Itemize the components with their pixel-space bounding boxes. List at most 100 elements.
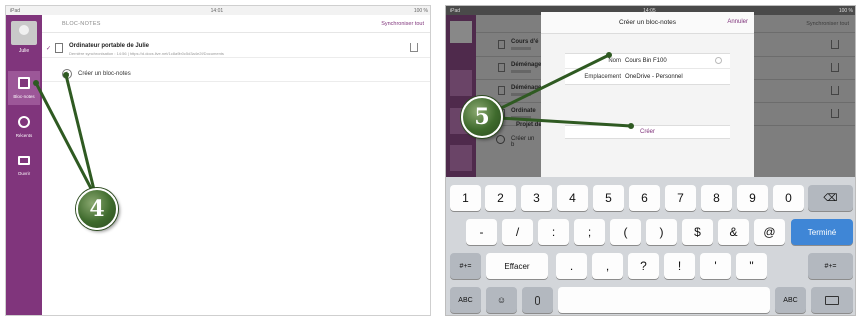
notebook-details (511, 70, 531, 73)
status-bar: iPad 14:01 100 % (6, 6, 430, 15)
backspace-icon: ⌫ (823, 192, 838, 204)
avatar[interactable] (11, 21, 37, 45)
key-semicolon[interactable]: ; (574, 219, 605, 245)
symbols-key-right[interactable]: #+= (808, 253, 853, 279)
key-question[interactable]: ? (628, 253, 659, 279)
key-2[interactable]: 2 (485, 185, 516, 211)
dialog-header: Créer un bloc-notes Annuler (541, 12, 754, 34)
device-label: iPad (450, 7, 461, 14)
symbols-key[interactable]: #+= (450, 253, 481, 279)
notebook-list-pane: BLOC-NOTES Synchroniser tout ✓ Ordinateu… (42, 15, 430, 315)
plus-icon (496, 135, 505, 144)
sidebar-item-notebooks[interactable] (450, 70, 472, 96)
clock: 14:01 (210, 7, 224, 14)
step-callout-5: 5 (461, 96, 503, 138)
key-dollar[interactable]: $ (682, 219, 713, 245)
keyboard-icon (825, 295, 839, 305)
key-4[interactable]: 4 (557, 185, 588, 211)
name-label: Nom (608, 58, 621, 64)
key-at[interactable]: @ (754, 219, 785, 245)
abc-key-right[interactable]: ABC (775, 287, 806, 313)
check-icon: ✓ (46, 46, 52, 52)
backspace-key[interactable]: ⌫ (808, 185, 853, 211)
emoji-icon: ☺ (496, 295, 507, 305)
key-0[interactable]: 0 (773, 185, 804, 211)
create-notebook-label: Créer un b (511, 136, 535, 148)
key-apostrophe[interactable]: ' (700, 253, 731, 279)
key-5[interactable]: 5 (593, 185, 624, 211)
notebook-details (511, 93, 531, 96)
notebook-name: Ordinateur portable de Julie (69, 43, 150, 49)
key-hyphen[interactable]: - (466, 219, 497, 245)
key-exclamation[interactable]: ! (664, 253, 695, 279)
notebook-name: Projet de (516, 122, 542, 128)
notebook-name: Déménage (511, 85, 542, 91)
key-8[interactable]: 8 (701, 185, 732, 211)
create-button[interactable]: Créer (565, 125, 730, 139)
sidebar-item-open[interactable] (450, 145, 472, 171)
list-item[interactable]: ✓ Ordinateur portable de Julie Dernière … (42, 40, 430, 58)
name-input[interactable]: Cours Bin F100 (625, 58, 667, 64)
share-icon[interactable] (410, 43, 418, 52)
notebook-details: Dernière synchronisation : 14:56 | https… (69, 51, 224, 56)
key-comma[interactable]: , (592, 253, 623, 279)
battery-level: 100 % (413, 7, 428, 14)
share-icon[interactable] (831, 40, 839, 49)
left-screenshot: iPad 14:01 100 % Julie Bloc-notes Récent… (5, 5, 431, 316)
folder-icon (18, 156, 30, 165)
notebook-icon (18, 77, 30, 89)
key-7[interactable]: 7 (665, 185, 696, 211)
sync-all-button[interactable]: Synchroniser tout (381, 21, 424, 27)
right-screenshot: iPad 1 4: 0 5 100 % Synchroniser tout Cours… (445, 5, 856, 316)
key-paren-close[interactable]: ) (646, 219, 677, 245)
key-ampersand[interactable]: & (718, 219, 749, 245)
sidebar-item-recent[interactable]: Récents (8, 110, 40, 144)
sidebar-item-label: Bloc-notes (13, 94, 35, 99)
key-3[interactable]: 3 (521, 185, 552, 211)
location-value[interactable]: OneDrive - Personnel (625, 74, 683, 80)
location-field[interactable]: Emplacement OneDrive - Personnel (565, 70, 730, 85)
microphone-icon (535, 295, 540, 305)
key-slash[interactable]: / (502, 219, 533, 245)
clock-icon (18, 116, 30, 128)
key-9[interactable]: 9 (737, 185, 768, 211)
notebook-name: Déménage (511, 62, 542, 68)
dialog-title: Créer un bloc-notes (618, 19, 677, 26)
create-notebook-label: Créer un bloc-notes (78, 71, 131, 77)
notebook-details (511, 47, 531, 50)
user-name: Julie (18, 48, 30, 54)
cancel-button[interactable]: Annuler (727, 19, 748, 25)
key-paren-open[interactable]: ( (610, 219, 641, 245)
key-quote[interactable]: " (736, 253, 767, 279)
undo-key[interactable]: Effacer (486, 253, 548, 279)
space-key[interactable] (558, 287, 770, 313)
key-colon[interactable]: : (538, 219, 569, 245)
share-icon[interactable] (831, 63, 839, 72)
emoji-key[interactable]: ☺ (486, 287, 517, 313)
create-notebook-button[interactable]: + Créer un bloc-notes (42, 66, 430, 82)
share-icon[interactable] (831, 109, 839, 118)
sidebar: Julie Bloc-notes Récents Ouvrir (6, 15, 42, 315)
name-field[interactable]: Nom Cours Bin F100 (565, 54, 730, 69)
clear-icon[interactable] (715, 57, 722, 64)
sidebar-item-open[interactable]: Ouvrir (8, 148, 40, 182)
dictation-key[interactable] (522, 287, 553, 313)
abc-key[interactable]: ABC (450, 287, 481, 313)
sidebar-item-label: Ouvrir (17, 171, 31, 176)
share-icon[interactable] (831, 86, 839, 95)
create-notebook-dialog: Créer un bloc-notes Annuler Nom Cours Bi… (541, 12, 754, 177)
sidebar-item-notebooks[interactable]: Bloc-notes (8, 71, 40, 105)
key-period[interactable]: . (556, 253, 587, 279)
list-header: BLOC-NOTES Synchroniser tout (42, 15, 430, 33)
device-label: iPad (10, 7, 21, 14)
notebook-icon (498, 63, 505, 72)
notebook-name: Ordinate (511, 108, 536, 114)
key-1[interactable]: 1 (450, 185, 481, 211)
done-key[interactable]: Terminé (791, 219, 853, 245)
notebook-icon (498, 40, 505, 49)
avatar[interactable] (450, 21, 472, 43)
sync-all-button[interactable]: Synchroniser tout (806, 21, 849, 27)
tutorial-figure: iPad 14:01 100 % Julie Bloc-notes Récent… (0, 0, 861, 321)
hide-keyboard-key[interactable] (811, 287, 853, 313)
key-6[interactable]: 6 (629, 185, 660, 211)
